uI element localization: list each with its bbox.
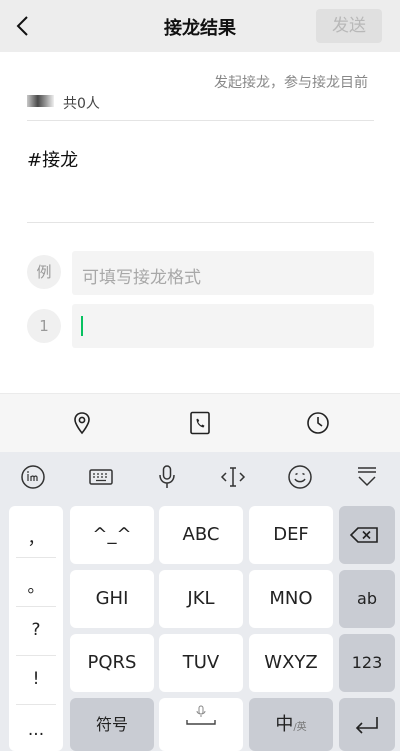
lang-main-label: 中: [275, 714, 294, 735]
divider: [27, 120, 374, 121]
text-cursor: [81, 316, 83, 336]
phone-icon[interactable]: [187, 410, 213, 436]
lang-sub-label: /英: [293, 722, 307, 733]
divider: [16, 606, 56, 607]
punctuation-column: ， 。 ? ! ...: [9, 506, 63, 751]
divider: [27, 222, 374, 223]
divider: [16, 655, 56, 656]
ab-key[interactable]: ab: [339, 570, 395, 628]
initiator-text: 发起接龙，参与接龙目前: [214, 75, 368, 91]
key-6-mno[interactable]: MNO: [249, 570, 333, 628]
send-button[interactable]: 发送: [316, 9, 382, 43]
enter-icon: [355, 717, 378, 734]
key-7-pqrs[interactable]: PQRS: [70, 634, 154, 692]
language-switch-key[interactable]: 中/英: [249, 698, 333, 751]
microphone-icon[interactable]: [154, 464, 180, 490]
attachment-toolbar: [0, 393, 400, 452]
key-4-ghi[interactable]: GHI: [70, 570, 154, 628]
key-8-tuv[interactable]: TUV: [159, 634, 243, 692]
key-9-wxyz[interactable]: WXYZ: [249, 634, 333, 692]
collapse-keyboard-icon[interactable]: [354, 464, 380, 490]
keyboard-icon[interactable]: [88, 464, 114, 490]
example-placeholder: 可填写接龙格式: [82, 268, 201, 288]
clock-icon[interactable]: [305, 410, 331, 436]
symbols-key[interactable]: 符号: [70, 698, 154, 751]
backspace-key[interactable]: [339, 506, 395, 564]
enter-key[interactable]: [339, 698, 395, 751]
number-key[interactable]: 123: [339, 634, 395, 692]
ime-logo-icon[interactable]: [20, 464, 46, 490]
example-format-input[interactable]: 可填写接龙格式: [72, 251, 374, 295]
cursor-move-icon[interactable]: [220, 464, 246, 490]
divider: [16, 557, 56, 558]
backspace-icon: [349, 527, 378, 543]
top-bar: 接龙结果 发送: [0, 0, 400, 52]
divider: [16, 704, 56, 705]
punct-period[interactable]: 。: [9, 572, 63, 597]
punct-comma[interactable]: ，: [9, 524, 63, 549]
participant-count: 共0人: [63, 96, 100, 112]
avatar: [27, 95, 54, 107]
key-5-jkl[interactable]: JKL: [159, 570, 243, 628]
key-3-def[interactable]: DEF: [249, 506, 333, 564]
location-icon[interactable]: [69, 410, 95, 436]
entry-input[interactable]: [72, 304, 374, 348]
key-1-emoticon[interactable]: ^_^: [70, 506, 154, 564]
entry-number: 1: [27, 309, 61, 343]
punct-question[interactable]: ?: [9, 620, 63, 640]
punct-exclamation[interactable]: !: [9, 669, 63, 689]
punct-ellipsis[interactable]: ...: [9, 720, 63, 740]
space-key[interactable]: [159, 698, 243, 751]
emoji-icon[interactable]: [287, 464, 313, 490]
topic-text[interactable]: #接龙: [27, 146, 78, 172]
example-marker: 例: [27, 255, 61, 289]
microphone-icon: [186, 705, 216, 725]
key-2-abc[interactable]: ABC: [159, 506, 243, 564]
